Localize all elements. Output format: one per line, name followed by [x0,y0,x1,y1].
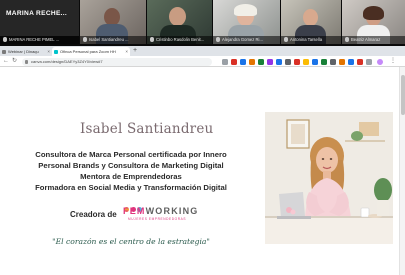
participant-name: Antonina Tarsella [290,37,323,42]
participant-video-image [363,6,384,20]
extension-icon[interactable] [231,58,237,65]
participant-tile-video[interactable]: Antonina Tarsella [281,0,341,44]
more-menu-icon[interactable]: ⋮ [390,57,396,66]
url-text: canva.com/design/DAEYy3Z4Y0/view#7 [31,58,103,64]
speaker-photo-image [265,112,393,244]
extension-icon[interactable] [249,58,255,65]
close-icon[interactable]: × [125,47,128,56]
tab-label: Webinar | Dinaqu [8,49,39,54]
logo-text: WORKING [145,206,199,216]
participant-tile-video[interactable]: Cristinbo Rasdolin Benit... [147,0,212,44]
close-icon[interactable]: × [47,47,50,56]
participant-name: MARINA RECHE PIMEL ... [9,37,60,42]
extension-icon[interactable] [258,58,264,65]
back-arrow-icon[interactable]: ← [3,57,9,66]
participant-video-image [234,4,257,16]
extension-icon[interactable] [276,58,282,65]
extension-icon[interactable] [294,58,300,65]
participant-tile-presenter[interactable]: MARINA RECHE... MARINA RECHE PIMEL ... [0,0,79,44]
slide-bio-line: Personal Brands y Consultora de Marketin… [38,161,224,170]
lock-icon [25,59,28,64]
participant-label-bar: MARINA RECHE PIMEL ... [0,36,79,44]
video-participant-strip: MARINA RECHE... MARINA RECHE PIMEL ... I… [0,0,405,46]
tab-favicon-icon [2,49,6,54]
microphone-icon [150,37,154,43]
extension-icon[interactable] [240,58,246,65]
speaker-photo [265,112,393,244]
participant-tile-video[interactable]: Isabel Santiandreu ... [80,0,146,44]
url-field[interactable]: canva.com/design/DAEYy3Z4Y0/view#7 [22,57,212,66]
participant-video-image [169,7,186,26]
participant-label-bar: Cristinbo Rasdolin Benit... [147,36,212,44]
tab-favicon-icon [54,49,58,54]
browser-tab[interactable]: Webinar | Dinaqu × [0,47,52,56]
participant-tile-video[interactable]: Alejandra Gomez Ri... [213,0,280,44]
participant-name: Alejandra Gomez Ri... [222,37,263,42]
new-tab-button[interactable]: + [133,46,137,56]
participant-tile-video[interactable]: Beatriz Almaraz [342,0,405,44]
extension-icon[interactable] [321,58,327,65]
extension-icon[interactable] [285,58,291,65]
participant-label-bar: Beatriz Almaraz [342,36,405,44]
browser-tab-bar: Webinar | Dinaqu × Ofinca Personal para … [0,46,405,56]
extension-icon[interactable] [222,58,228,65]
browser-tab-active[interactable]: Ofinca Personal para Zoom HH × [52,47,130,56]
browser-address-bar: ← ↻ canva.com/design/DAEYy3Z4Y0/view#7 ⋮ [0,56,405,67]
extension-icon[interactable] [348,58,354,65]
microphone-icon [3,37,7,43]
femworking-tagline: MUJERES EMPRENDEDORAS [128,217,187,221]
profile-avatar-icon[interactable] [377,58,383,65]
presentation-slide: Isabel Santiandreu Consultora de Marca P… [0,67,405,275]
femworking-logo: FEMWORKING [123,206,199,216]
logo-text: FEM [123,206,146,216]
reload-icon[interactable]: ↻ [12,57,17,66]
participant-video-image [303,9,318,26]
creadora-label: Creadora de [70,210,117,219]
participant-label-bar: Antonina Tarsella [281,36,341,44]
microphone-icon [216,37,220,43]
participant-label-bar: Alejandra Gomez Ri... [213,36,280,44]
microphone-icon [345,37,349,43]
vertical-scrollbar[interactable] [399,67,405,275]
extension-icon[interactable] [330,58,336,65]
extension-icon[interactable] [357,58,363,65]
slide-speaker-name: Isabel Santiandreu [80,121,214,137]
microphone-icon [83,37,87,43]
slide-bio-line: Consultora de Marca Personal certificada… [35,150,227,159]
scrollbar-thumb[interactable] [401,75,405,115]
tab-label: Ofinca Personal para Zoom HH [60,49,116,54]
presenter-name: MARINA RECHE... [6,10,68,17]
extension-icon[interactable] [312,58,318,65]
extension-icon[interactable] [267,58,273,65]
participant-label-bar: Isabel Santiandreu ... [80,36,146,44]
participant-name: Cristinbo Rasdolin Benit... [156,37,205,42]
extension-icon[interactable] [339,58,345,65]
microphone-icon [284,37,288,43]
slide-quote: "El corazón es el centro de la estrategi… [52,237,210,246]
participant-name: Isabel Santiandreu ... [89,37,129,42]
slide-bio-line: Mentora de Emprendedoras [80,172,182,181]
extension-icon[interactable] [366,58,372,65]
slide-bio-line: Formadora en Social Media y Transformaci… [35,183,227,192]
extension-icon[interactable] [303,58,309,65]
participant-name: Beatriz Almaraz [351,37,381,42]
